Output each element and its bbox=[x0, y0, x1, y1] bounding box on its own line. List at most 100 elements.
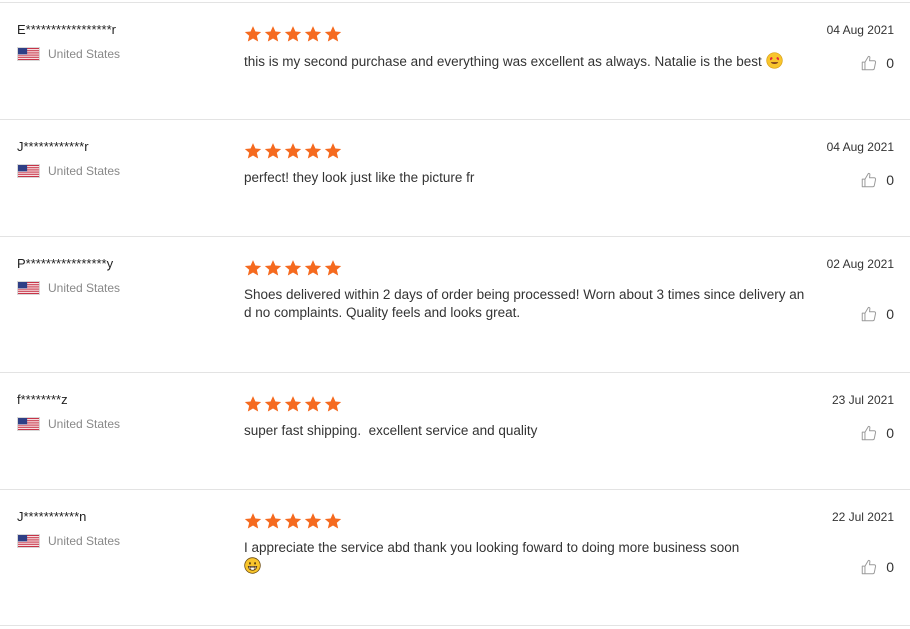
like-button[interactable]: 0 bbox=[860, 54, 894, 72]
star-rating bbox=[244, 259, 809, 277]
thumbs-up-icon[interactable] bbox=[860, 305, 878, 323]
star-icon bbox=[284, 396, 302, 412]
country-name: United States bbox=[48, 281, 121, 295]
review-meta: 04 Aug 2021 0 bbox=[774, 23, 894, 71]
us-flag-icon bbox=[17, 417, 40, 431]
star-icon bbox=[244, 26, 262, 42]
star-icon bbox=[264, 143, 282, 159]
reviewer-name: P****************y bbox=[17, 256, 114, 271]
review-list: E*****************r United States this i… bbox=[0, 0, 910, 629]
star-icon bbox=[324, 26, 342, 42]
review-text-body: Shoes delivered within 2 days of order b… bbox=[244, 287, 805, 320]
star-icon bbox=[244, 260, 262, 276]
like-count: 0 bbox=[886, 172, 894, 188]
star-icon bbox=[304, 26, 322, 42]
star-icon bbox=[244, 396, 262, 412]
us-flag-icon bbox=[17, 47, 40, 61]
like-button[interactable]: 0 bbox=[860, 305, 894, 323]
reviewer-info: E*****************r United States bbox=[17, 22, 227, 61]
star-rating bbox=[244, 25, 809, 43]
review-text: I appreciate the service abd thank you l… bbox=[244, 539, 809, 576]
star-icon bbox=[284, 260, 302, 276]
review-item: J************r United States perfect! th… bbox=[0, 119, 910, 237]
reviewer-country: United States bbox=[17, 164, 227, 178]
star-rating bbox=[244, 395, 809, 413]
review-item: J***********n United States I appreciate… bbox=[0, 489, 910, 626]
us-flag-icon bbox=[17, 534, 40, 548]
reviewer-country: United States bbox=[17, 534, 227, 548]
review-date: 22 Jul 2021 bbox=[831, 510, 894, 524]
thumbs-up-icon[interactable] bbox=[860, 558, 878, 576]
review-content: perfect! they look just like the picture… bbox=[244, 142, 809, 187]
star-icon bbox=[264, 260, 282, 276]
review-text-body: I appreciate the service abd thank you l… bbox=[244, 540, 740, 555]
star-icon bbox=[244, 513, 262, 529]
review-date: 02 Aug 2021 bbox=[826, 257, 894, 271]
reviewer-info: J************r United States bbox=[17, 139, 227, 178]
review-text: this is my second purchase and everythin… bbox=[244, 52, 809, 71]
star-icon bbox=[284, 513, 302, 529]
country-name: United States bbox=[48, 164, 121, 178]
review-meta: 22 Jul 2021 0 bbox=[774, 510, 894, 575]
star-icon bbox=[284, 143, 302, 159]
reviewer-name: E*****************r bbox=[17, 22, 117, 37]
star-icon bbox=[324, 396, 342, 412]
star-icon bbox=[264, 26, 282, 42]
review-item: f********z United States super fast ship… bbox=[0, 372, 910, 490]
like-button[interactable]: 0 bbox=[860, 558, 894, 576]
thumbs-up-icon[interactable] bbox=[860, 424, 878, 442]
country-name: United States bbox=[48, 534, 121, 548]
review-date: 04 Aug 2021 bbox=[826, 140, 894, 154]
star-icon bbox=[304, 513, 322, 529]
like-count: 0 bbox=[886, 55, 894, 71]
like-button[interactable]: 0 bbox=[860, 171, 894, 189]
star-icon bbox=[324, 513, 342, 529]
review-text-body: super fast shipping. excellent service a… bbox=[244, 423, 538, 438]
star-icon bbox=[264, 513, 282, 529]
star-icon bbox=[304, 260, 322, 276]
like-count: 0 bbox=[886, 559, 894, 575]
star-icon bbox=[284, 26, 302, 42]
star-rating bbox=[244, 142, 809, 160]
like-count: 0 bbox=[886, 306, 894, 322]
like-button[interactable]: 0 bbox=[860, 424, 894, 442]
review-date: 23 Jul 2021 bbox=[831, 393, 894, 407]
review-content: Shoes delivered within 2 days of order b… bbox=[244, 259, 809, 322]
reviewer-info: f********z United States bbox=[17, 392, 227, 431]
grinning-emoji-icon bbox=[244, 557, 261, 574]
thumbs-up-icon[interactable] bbox=[860, 171, 878, 189]
country-name: United States bbox=[48, 47, 121, 61]
review-text: Shoes delivered within 2 days of order b… bbox=[244, 286, 809, 322]
reviewer-info: J***********n United States bbox=[17, 509, 227, 548]
reviewer-name: J***********n bbox=[17, 509, 87, 524]
us-flag-icon bbox=[17, 164, 40, 178]
review-text: super fast shipping. excellent service a… bbox=[244, 422, 809, 440]
star-icon bbox=[304, 143, 322, 159]
review-meta: 02 Aug 2021 0 bbox=[774, 257, 894, 322]
review-item: P****************y United States Shoes d… bbox=[0, 236, 910, 373]
us-flag-icon bbox=[17, 281, 40, 295]
reviewer-name: J************r bbox=[17, 139, 89, 154]
review-content: this is my second purchase and everythin… bbox=[244, 25, 809, 71]
review-content: I appreciate the service abd thank you l… bbox=[244, 512, 809, 576]
review-text-body: perfect! they look just like the picture… bbox=[244, 170, 475, 185]
reviewer-country: United States bbox=[17, 417, 227, 431]
thumbs-up-icon[interactable] bbox=[860, 54, 878, 72]
reviewer-country: United States bbox=[17, 47, 227, 61]
review-text: perfect! they look just like the picture… bbox=[244, 169, 809, 187]
star-icon bbox=[264, 396, 282, 412]
star-icon bbox=[244, 143, 262, 159]
star-rating bbox=[244, 512, 809, 530]
review-content: super fast shipping. excellent service a… bbox=[244, 395, 809, 440]
review-text-body: this is my second purchase and everythin… bbox=[244, 54, 766, 69]
review-meta: 23 Jul 2021 0 bbox=[774, 393, 894, 441]
star-icon bbox=[304, 396, 322, 412]
star-icon bbox=[324, 143, 342, 159]
like-count: 0 bbox=[886, 425, 894, 441]
reviewer-country: United States bbox=[17, 281, 227, 295]
reviewer-info: P****************y United States bbox=[17, 256, 227, 295]
review-item: E*****************r United States this i… bbox=[0, 2, 910, 120]
reviewer-name: f********z bbox=[17, 392, 68, 407]
country-name: United States bbox=[48, 417, 121, 431]
review-date: 04 Aug 2021 bbox=[826, 23, 894, 37]
